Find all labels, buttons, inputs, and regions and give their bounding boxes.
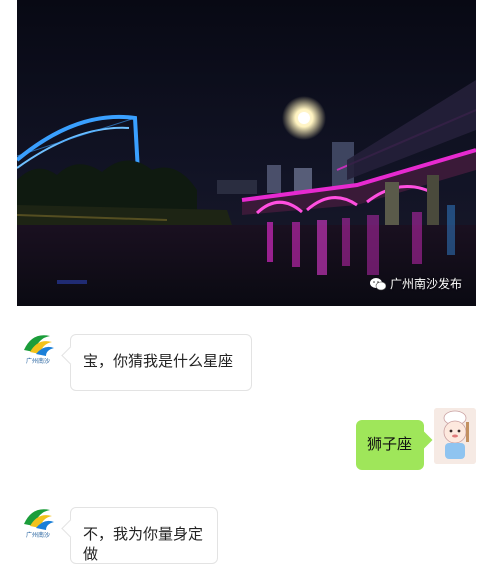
wechat-icon [369,277,386,290]
chat-area: 广州南沙 宝，你猜我是什么星座 狮子座 广州南沙 不，我为你量身定做 [0,306,490,570]
message-text-2: 狮子座 [367,435,413,453]
nansha-logo-icon: 广州南沙 [22,335,54,365]
nansha-logo-icon: 广州南沙 [22,509,54,539]
message-text-1: 宝，你猜我是什么星座 [83,352,234,370]
nansha-logo-avatar: 广州南沙 [18,328,58,368]
cartoon-chef-avatar [434,408,476,464]
watermark: 广州南沙发布 [369,275,462,292]
watermark-text: 广州南沙发布 [389,277,462,291]
svg-text:广州南沙: 广州南沙 [26,531,50,539]
svg-text:广州南沙: 广州南沙 [26,357,50,365]
cartoon-chef-icon [434,408,476,464]
message-bubble-3: 不，我为你量身定做 [70,507,218,564]
night-bridge-illustration [17,0,476,306]
nansha-logo-avatar: 广州南沙 [18,502,58,542]
message-bubble-1: 宝，你猜我是什么星座 [70,334,252,391]
message-text-3: 不，我为你量身定做 [83,525,204,563]
night-bridge-photo: 广州南沙发布 [17,0,476,306]
message-bubble-2: 狮子座 [356,420,424,470]
